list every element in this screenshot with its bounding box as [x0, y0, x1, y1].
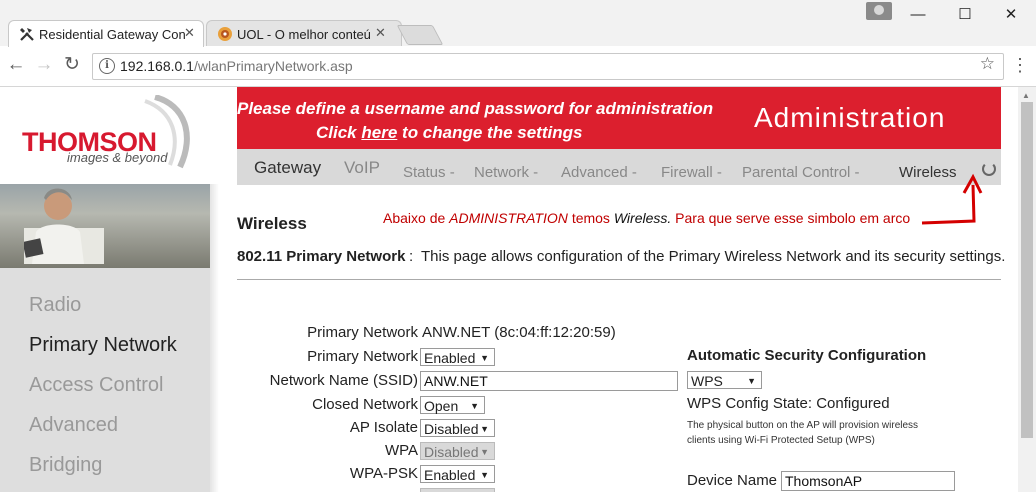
device-name-input[interactable]: ThomsonAP [781, 471, 955, 491]
closed-network-label: Closed Network [312, 396, 418, 413]
header-photo [0, 184, 210, 268]
banner-message-line1: Please define a username and password fo… [237, 99, 714, 118]
maximize-button[interactable]: ☐ [942, 0, 988, 30]
page-content: THOMSON images & beyond Please define a … [0, 87, 1018, 492]
primary-network-info-label: Primary Network [307, 324, 418, 341]
logo-tagline: images & beyond [67, 150, 168, 165]
nav-voip[interactable]: VoIP [344, 158, 380, 178]
ssid-input[interactable]: ANW.NET [420, 371, 678, 391]
dropdown-arrow-icon: ▼ [480, 470, 489, 480]
close-tab-icon[interactable]: ✕ [184, 25, 195, 41]
tab-uol[interactable]: UOL - O melhor conteúd ✕ [206, 20, 402, 47]
nav-status[interactable]: Status - [403, 164, 455, 181]
sidebar-item-access-control[interactable]: Access Control [29, 374, 164, 397]
wps-mode-select[interactable]: WPS ▼ [687, 371, 762, 389]
next-select-partial [420, 488, 495, 492]
main-nav: Gateway VoIP Status - Network - Advanced… [237, 149, 1001, 185]
primary-network-label: Primary Network [307, 348, 418, 365]
red-arrow-annotation [921, 173, 983, 225]
tab-title: UOL - O melhor conteúd [237, 27, 371, 42]
here-link[interactable]: here [361, 123, 397, 142]
user-profile-icon[interactable] [866, 2, 892, 20]
section-label: 802.11 Primary Network [237, 248, 406, 265]
person-photo-icon [24, 188, 104, 264]
url-text: 192.168.0.1/wlanPrimaryNetwork.asp [120, 58, 353, 74]
ap-isolate-select[interactable]: Disabled ▼ [420, 419, 495, 437]
device-name-label: Device Name [687, 472, 778, 489]
wpa-label: WPA [384, 442, 418, 459]
new-tab-button[interactable] [396, 25, 444, 45]
page-title: Wireless [237, 214, 307, 233]
nav-network[interactable]: Network - [474, 164, 538, 181]
close-tab-icon[interactable]: ✕ [375, 25, 386, 41]
dropdown-arrow-icon: ▼ [480, 424, 489, 434]
uol-icon [217, 26, 233, 42]
ap-isolate-label: AP Isolate [349, 419, 418, 436]
back-arrow-icon[interactable]: ← [4, 54, 28, 78]
wpa-psk-label: WPA-PSK [349, 465, 418, 482]
section-title: Administration [754, 102, 946, 133]
auto-security-heading: Automatic Security Configuration [687, 347, 927, 364]
nav-advanced[interactable]: Advanced - [561, 164, 637, 181]
section-colon: : [409, 248, 414, 265]
divider [237, 279, 1001, 280]
sidebar-item-advanced[interactable]: Advanced [29, 414, 118, 437]
minimize-button[interactable]: — [895, 0, 941, 30]
banner-message-line2: Click here to change the settings [316, 123, 583, 142]
nav-firewall[interactable]: Firewall - [661, 164, 722, 181]
dropdown-arrow-icon: ▼ [480, 353, 489, 363]
sidebar-item-bridging[interactable]: Bridging [29, 454, 102, 477]
tab-residential-gateway[interactable]: Residential Gateway Con ✕ [8, 20, 204, 47]
wpa-select: Disabled ▼ [420, 442, 495, 460]
tools-icon [19, 26, 35, 42]
dropdown-arrow-icon: ▼ [747, 376, 756, 386]
ssid-label: Network Name (SSID) [269, 372, 418, 389]
sidebar-item-radio[interactable]: Radio [29, 294, 81, 317]
reload-icon[interactable]: ↻ [60, 54, 84, 78]
forward-arrow-icon[interactable]: → [32, 54, 56, 78]
close-window-button[interactable]: ✕ [988, 0, 1034, 30]
scroll-up-arrow-icon[interactable]: ▲ [1022, 91, 1030, 100]
primary-network-select[interactable]: Enabled ▼ [420, 348, 495, 366]
annotation-note: Abaixo de ADMINISTRATION temos Wireless.… [383, 210, 911, 226]
address-bar[interactable]: i 192.168.0.1/wlanPrimaryNetwork.asp ☆ [92, 53, 1004, 80]
primary-network-info-value: ANW.NET (8c:04:ff:12:20:59) [422, 324, 616, 341]
wpa-psk-select[interactable]: Enabled ▼ [420, 465, 495, 483]
logo-area: THOMSON images & beyond [0, 87, 237, 184]
dropdown-arrow-icon: ▼ [470, 401, 479, 411]
wps-note: The physical button on the AP will provi… [687, 420, 919, 446]
browser-toolbar: ← → ↻ i 192.168.0.1/wlanPrimaryNetwork.a… [0, 46, 1036, 87]
header-banner: Please define a username and password fo… [237, 87, 1001, 149]
sidebar-item-primary-network[interactable]: Primary Network [29, 334, 177, 357]
sidebar: Radio Primary Network Access Control Adv… [0, 268, 210, 492]
nav-gateway[interactable]: Gateway [254, 158, 321, 178]
section-description: This page allows configuration of the Pr… [421, 248, 1006, 265]
wps-config-state: WPS Config State: Configured [687, 395, 890, 412]
bookmark-star-icon[interactable]: ☆ [980, 54, 995, 74]
menu-icon[interactable]: ⋮ [1008, 54, 1032, 78]
nav-parental-control[interactable]: Parental Control - [742, 164, 860, 181]
tab-strip: Residential Gateway Con ✕ UOL - O melhor… [0, 0, 1036, 47]
scrollbar-thumb[interactable] [1021, 102, 1033, 438]
info-icon[interactable]: i [99, 58, 115, 74]
dropdown-arrow-icon: ▼ [480, 447, 489, 457]
tab-title: Residential Gateway Con [39, 27, 185, 42]
closed-network-select[interactable]: Open ▼ [420, 396, 485, 414]
